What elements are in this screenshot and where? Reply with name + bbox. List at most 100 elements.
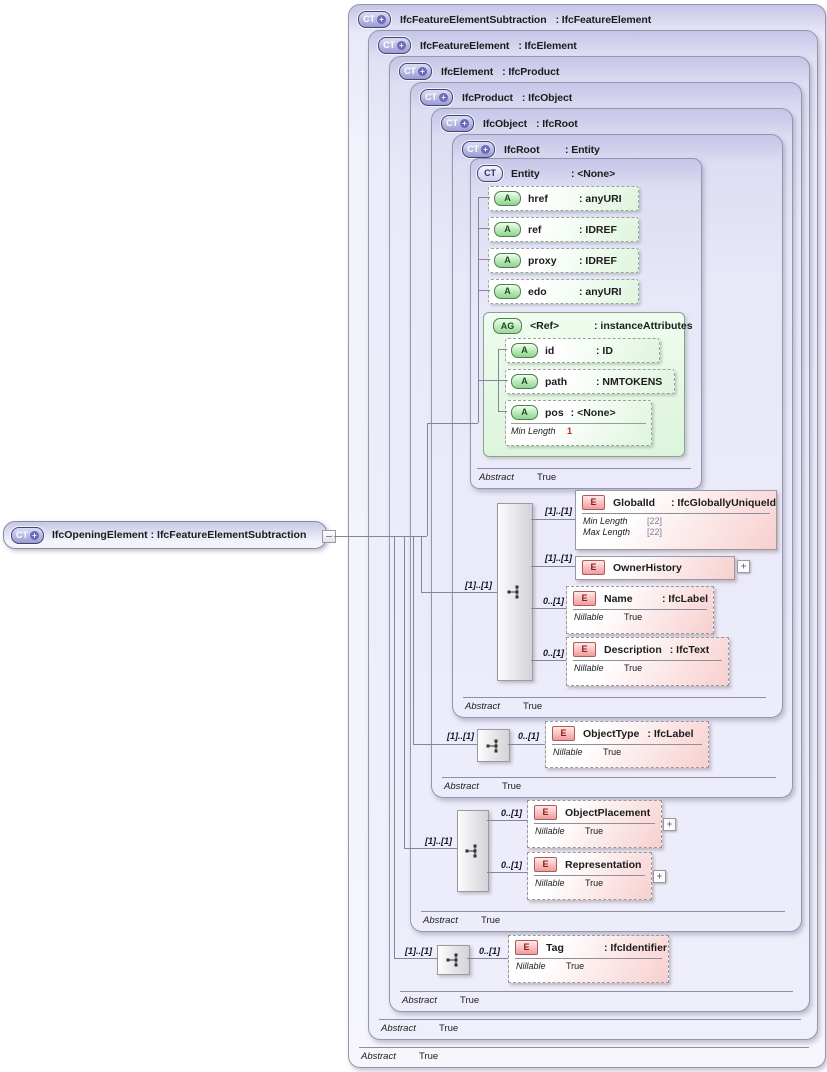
abstract-footer: Abstract True (477, 468, 691, 483)
connector-line (467, 958, 508, 959)
element-objectplacement[interactable]: E ObjectPlacement Nillable True (527, 800, 662, 848)
ct-icon-label: CT (404, 66, 416, 76)
abstract-label: Abstract (381, 1023, 416, 1034)
attribute-group-name: <Ref> (530, 320, 560, 332)
facet-label: Nillable (574, 612, 604, 622)
attribute-icon: A (511, 343, 538, 358)
facet-value: True (585, 826, 604, 836)
connector-line (498, 349, 507, 350)
facet-value: True (624, 663, 643, 673)
connector-line (427, 423, 428, 536)
element-objecttype[interactable]: E ObjectType : IfcLabel Nillable True (545, 721, 709, 768)
cardinality-label: 0..[1] (500, 808, 522, 818)
connector-line (404, 848, 457, 849)
abstract-value: True (419, 1051, 439, 1062)
connector-line (394, 958, 437, 959)
abstract-value: True (502, 781, 522, 792)
type-header[interactable]: CT + IfcFeatureElementSubtraction : IfcFe… (349, 5, 825, 28)
attribute-href[interactable]: A href : anyURI (488, 186, 639, 211)
cardinality-label: 0..[1] (542, 596, 564, 606)
element-representation[interactable]: E Representation Nillable True (527, 852, 652, 900)
attribute-name: href (528, 192, 548, 205)
attribute-proxy[interactable]: A proxy : IDREF (488, 248, 639, 273)
abstract-footer: Abstract True (442, 777, 776, 792)
sequence-indicator[interactable] (457, 810, 489, 892)
cardinality-label: 0..[1] (517, 731, 539, 741)
connector-line (413, 744, 477, 745)
attribute-type: : IDREF (579, 254, 617, 267)
facet-value: True (603, 747, 622, 757)
type-header[interactable]: CT + IfcElement : IfcProduct (390, 57, 809, 80)
attribute-pos[interactable]: A pos : <None> Min Length 1 (505, 400, 652, 446)
type-header[interactable]: CT Entity : <None> (471, 159, 701, 182)
element-name: Description (604, 643, 662, 656)
sequence-icon (486, 739, 497, 752)
ct-icon: CT + (11, 526, 44, 544)
attribute-edo[interactable]: A edo : anyURI (488, 279, 639, 304)
element-name: Representation (565, 858, 642, 871)
connector-line (478, 290, 490, 291)
expand-icon[interactable]: + (663, 818, 676, 831)
cardinality-label: [1]..[1] (405, 946, 432, 956)
abstract-footer: Abstract True (379, 1019, 801, 1034)
root-element-ifcopeningelement[interactable]: CT + IfcOpeningElement : IfcFeatureElemen… (3, 521, 327, 549)
element-globalid[interactable]: E GlobalId : IfcGloballyUniqueId Min Len… (575, 490, 777, 550)
facet-label: Max Length (583, 527, 631, 537)
type-header[interactable]: CT + IfcProduct : IfcObject (411, 83, 801, 106)
facet-list: Nillable True (552, 744, 702, 758)
element-name: ObjectPlacement (565, 806, 651, 819)
cardinality-label: 0..[1] (500, 860, 522, 870)
facet-list: Nillable True (515, 958, 662, 972)
facet-list: Min Length [22] Max Length [22] (582, 513, 770, 538)
element-ownerhistory[interactable]: E OwnerHistory (575, 556, 735, 580)
element-tag[interactable]: E Tag : IfcIdentifier Nillable True (508, 935, 669, 983)
element-description[interactable]: E Description : IfcText Nillable True (566, 637, 729, 686)
facet-value: [22] (647, 516, 663, 526)
connector-line (394, 536, 395, 958)
ct-icon: CT + (420, 89, 453, 106)
abstract-label: Abstract (479, 472, 514, 483)
attribute-icon: A (494, 253, 521, 268)
cardinality-label: 0..[1] (542, 648, 564, 658)
element-name[interactable]: E Name : IfcLabel Nillable True (566, 586, 714, 634)
expand-icon[interactable]: + (653, 870, 666, 883)
type-title: IfcFeatureElement (420, 39, 510, 52)
element-title: IfcOpeningElement : IfcFeatureElementSub… (52, 529, 307, 541)
attribute-path[interactable]: A path : NMTOKENS (505, 369, 675, 394)
attribute-name: ref (528, 223, 542, 236)
element-icon: E (534, 857, 557, 872)
ct-icon: CT + (358, 11, 391, 28)
attribute-id[interactable]: A id : ID (505, 338, 660, 363)
plus-icon: + (376, 15, 386, 24)
type-title: Entity (511, 167, 540, 180)
ct-icon-label: CT (425, 92, 437, 102)
attribute-icon: A (511, 405, 538, 420)
attribute-name: id (545, 344, 555, 357)
abstract-value: True (460, 995, 480, 1006)
element-type: : IfcIdentifier (604, 941, 668, 954)
attribute-type: : ID (596, 344, 613, 357)
attribute-group-icon: AG (493, 318, 522, 334)
facet-value: True (566, 961, 585, 971)
type-header[interactable]: CT + IfcObject : IfcRoot (432, 109, 792, 132)
attribute-ref[interactable]: A ref : IDREF (488, 217, 639, 242)
type-header[interactable]: CT + IfcFeatureElement : IfcElement (369, 31, 817, 54)
connector-line (508, 744, 545, 745)
type-base: : IfcRoot (536, 117, 578, 130)
element-icon: E (573, 642, 596, 657)
element-icon: E (582, 495, 605, 510)
abstract-label: Abstract (423, 915, 458, 926)
connector-line (478, 228, 490, 229)
element-icon: E (515, 940, 538, 955)
type-header[interactable]: CT + IfcRoot : Entity (453, 135, 782, 158)
abstract-footer: Abstract True (400, 991, 793, 1006)
xsd-diagram-canvas: CT + IfcFeatureElementSubtraction : IfcFe… (0, 0, 827, 1072)
expand-icon[interactable]: + (737, 560, 750, 573)
element-type: : IfcLabel (647, 727, 694, 740)
facet-row: Min Length 1 (511, 423, 646, 436)
connector-line (478, 259, 490, 260)
abstract-footer: Abstract True (359, 1047, 809, 1062)
plus-icon: + (459, 119, 469, 128)
abstract-footer: Abstract True (463, 697, 766, 712)
facet-list: Nillable True (573, 660, 722, 674)
